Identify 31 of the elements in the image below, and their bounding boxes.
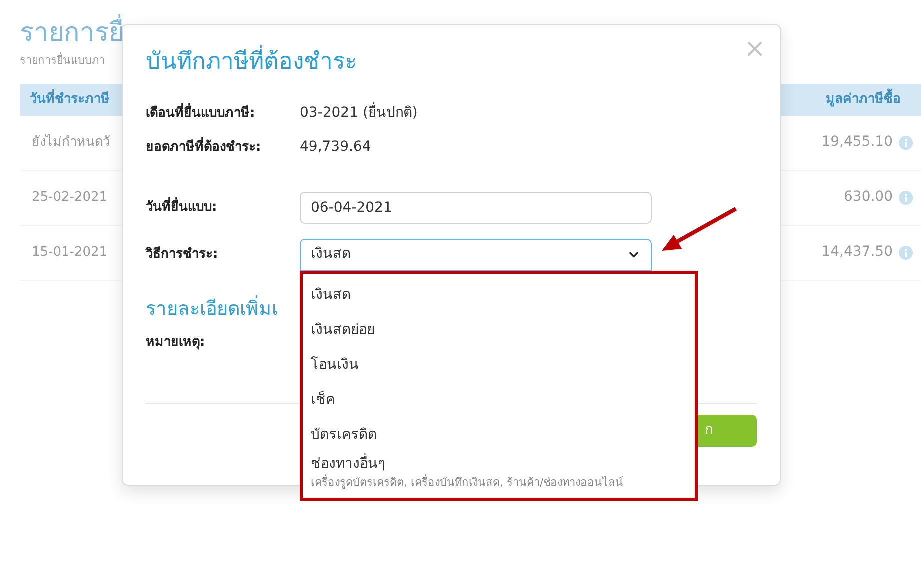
field-label: วิธีการชำระ: (146, 246, 220, 264)
page-title: รายการยื่ (20, 14, 124, 53)
table-cell-text: 15-01-2021 (32, 244, 108, 262)
section-title: รายละเอียดเพิ่มเ (146, 294, 278, 322)
column-header: วันที่ชำระภาษี (30, 90, 110, 109)
payment-select[interactable]: เงินสด (300, 238, 652, 270)
dropdown-option[interactable]: บัตรเครดิต (311, 418, 695, 452)
info-icon[interactable] (899, 190, 913, 204)
table-cell-text: 14,437.50 (822, 243, 893, 262)
dropdown-option[interactable]: เช็ค (311, 382, 695, 418)
dropdown-option[interactable]: ช่องทางอื่นๆ เครื่องรูดบัตรเครดิต, เครื่องบันทึกเงินสด, ร้านค้า/ช่องทางออนไลน์ (311, 452, 695, 492)
dropdown-option[interactable]: โอนเงิน (311, 348, 695, 382)
field-label: ยอดภาษีที่ต้องชำระ: (146, 138, 262, 157)
dialog-title: บันทึกภาษีที่ต้องชำระ (146, 45, 357, 80)
column-header: มูลค่าภาษีซื้อ (826, 90, 901, 110)
table-cell-text: ยังไม่กำหนดวั (32, 133, 110, 152)
table-cell-text: 630.00 (844, 188, 893, 207)
field-label: วันที่ยื่นแบบ: (146, 198, 218, 217)
field-value: 49,739.64 (300, 138, 372, 157)
info-icon[interactable] (899, 136, 913, 150)
info-icon[interactable] (899, 246, 913, 260)
page-subtitle: รายการยื่นแบบภา (20, 53, 105, 69)
field-label: หมายเหตุ: (146, 334, 206, 352)
table-cell-text: 19,455.10 (822, 133, 893, 152)
field-label: เดือนที่ยื่นแบบภาษี: (146, 104, 256, 123)
field-value: 03-2021 (ยื่นปกติ) (300, 103, 418, 124)
dropdown-option[interactable]: เงินสด (311, 278, 695, 312)
table-cell-text: 25-02-2021 (32, 188, 108, 207)
dropdown-option[interactable]: เงินสดย่อย (311, 312, 695, 348)
option-description: เครื่องรูดบัตรเครดิต, เครื่องบันทึกเงินสด, ร้านค้า/ช่องทางออนไลน์ (311, 474, 625, 491)
date-field[interactable]: 06-04-2021 (300, 192, 652, 224)
